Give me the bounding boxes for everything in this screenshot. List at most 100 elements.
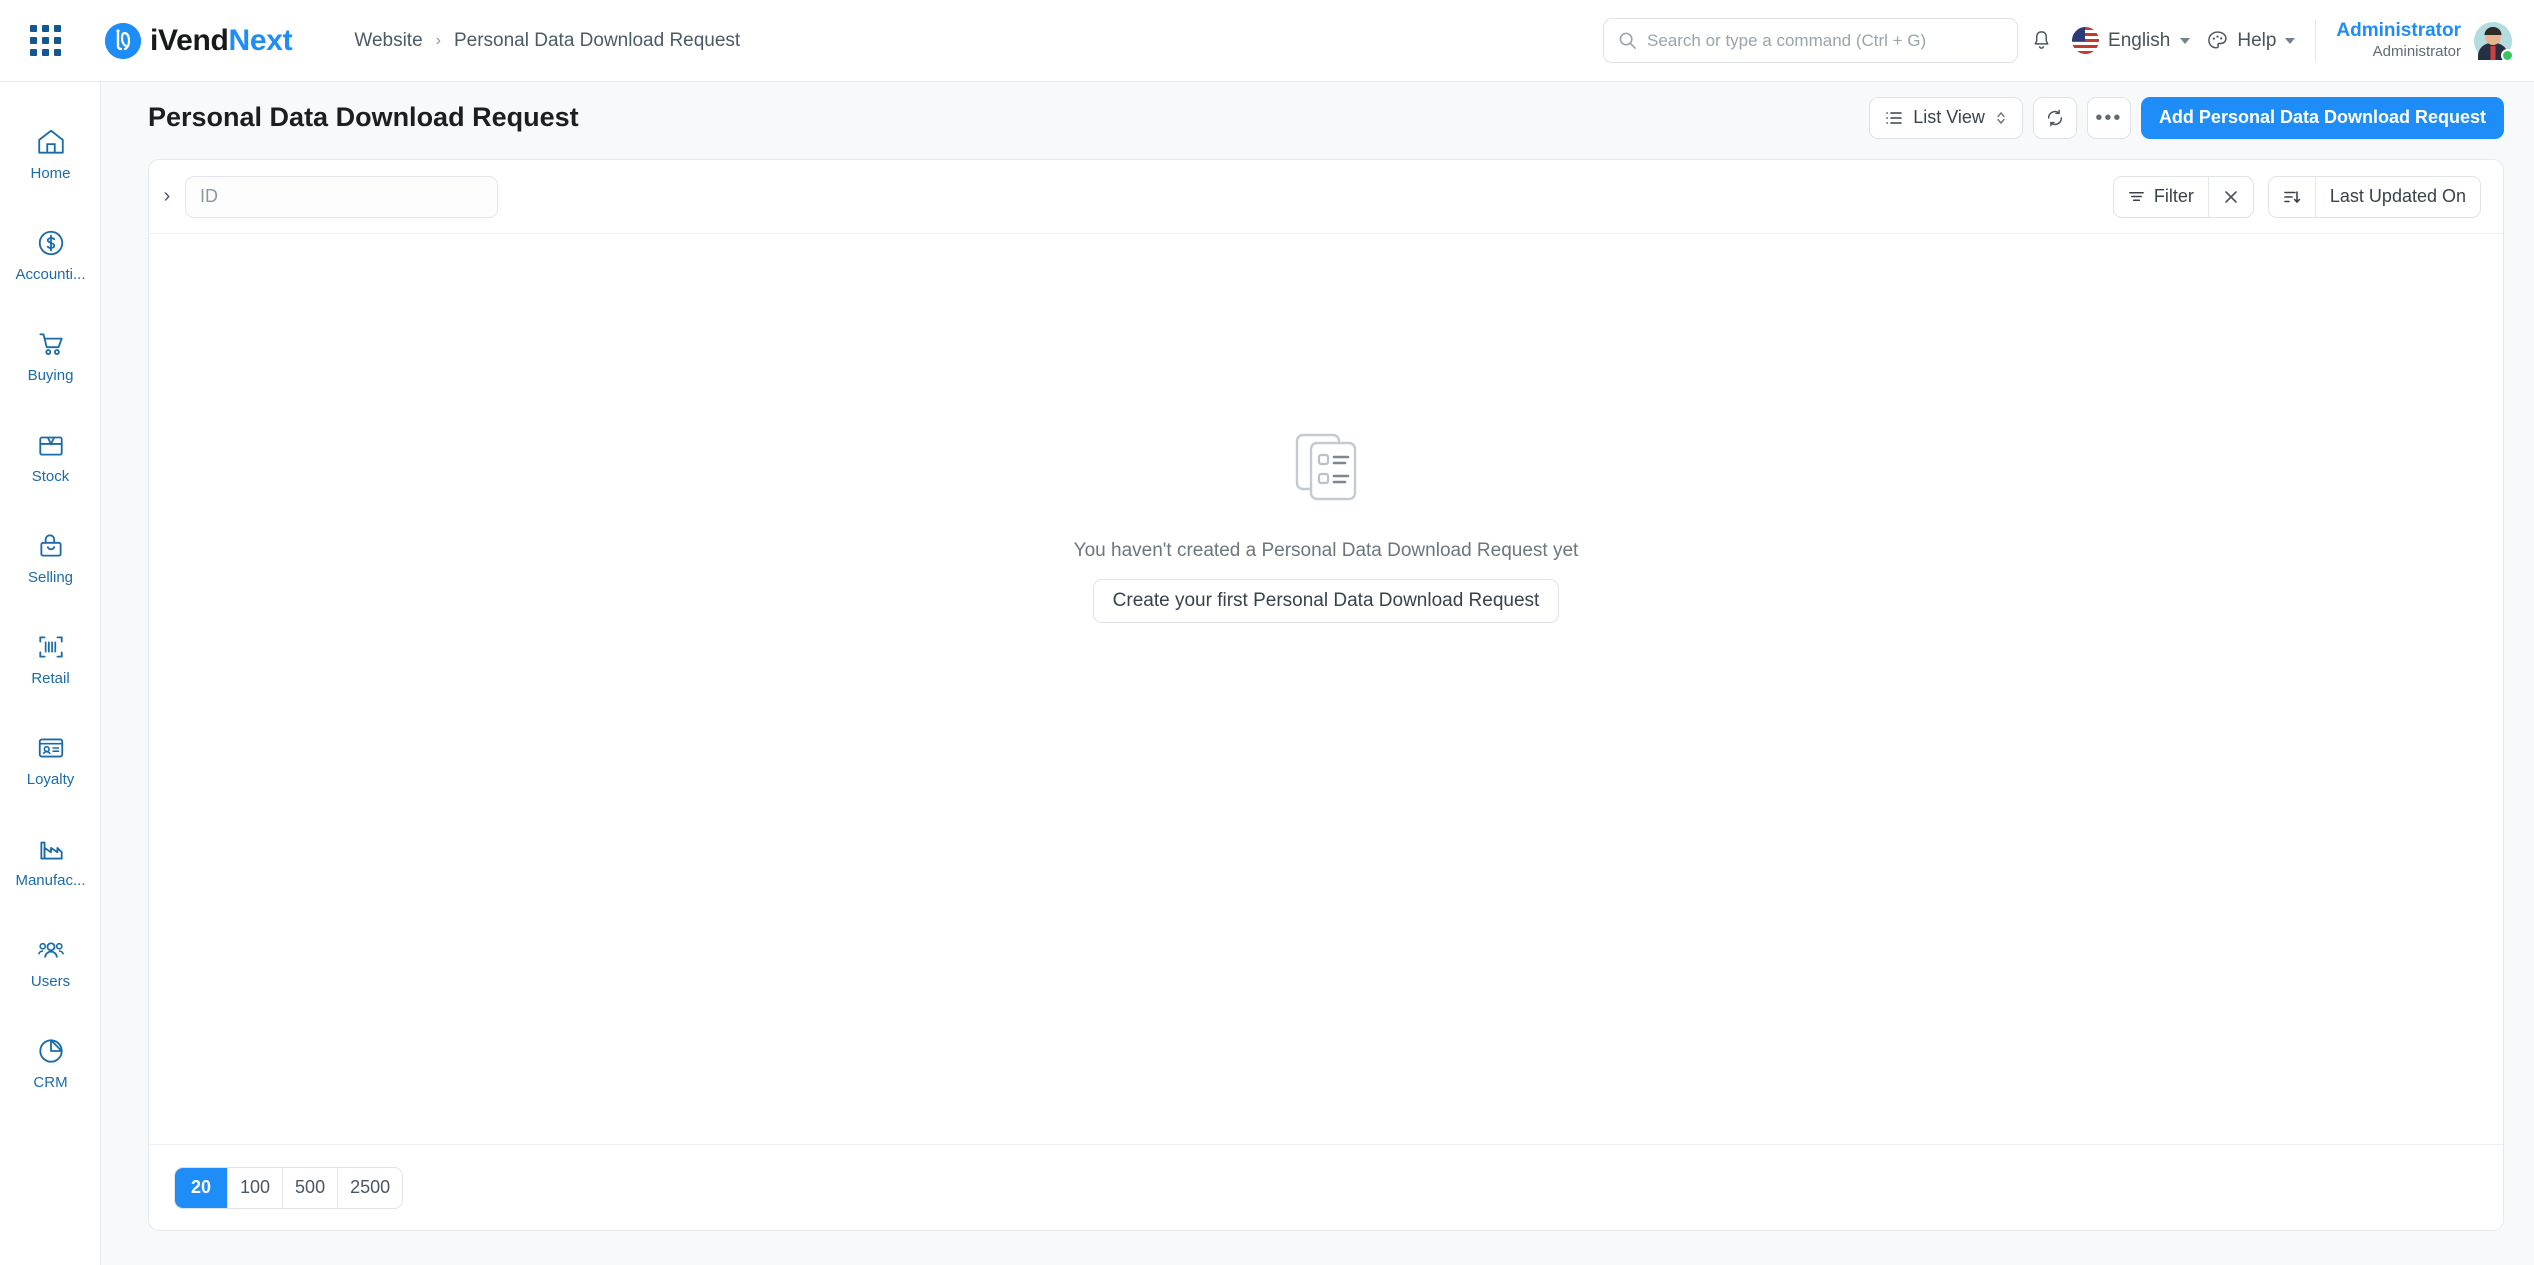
page-size-500[interactable]: 500 [282,1167,338,1208]
clear-filter-button[interactable] [2207,176,2253,217]
sidebar-item-label: Buying [27,367,74,384]
breadcrumb: Website › Personal Data Download Request [354,30,740,52]
updown-chevron-icon [1997,111,2005,124]
sidebar-item-label: Accounti... [15,266,86,283]
user-name: Administrator [2336,20,2461,42]
navbar-right-group: Search or type a command (Ctrl + G) Engl… [1603,18,2534,64]
page-container: Personal Data Download Request List View [101,82,2534,1265]
refresh-button[interactable] [2032,96,2077,139]
status-badge-online [2501,48,2514,62]
user-role: Administrator [2372,43,2461,60]
sidebar-item-buying[interactable]: Buying [0,306,100,407]
breadcrumb-current[interactable]: Personal Data Download Request [454,30,740,52]
sort-field-button[interactable]: Last Updated On [2314,176,2480,217]
empty-state-message: You haven't created a Personal Data Down… [1073,540,1579,561]
add-personal-data-download-request-button[interactable]: Add Personal Data Download Request [2140,96,2504,139]
language-label: English [2108,29,2171,51]
apps-grid-icon[interactable] [30,25,61,56]
page-size-100[interactable]: 100 [227,1167,283,1208]
avatar[interactable] [2474,21,2514,62]
bell-icon [2034,31,2048,49]
filter-group: Filter [2112,175,2254,218]
page-header-actions: List View ••• Add Personal Data Download… [1869,96,2504,139]
user-names: Administrator Administrator [2336,19,2461,62]
sidebar-item-users[interactable]: Users [0,912,100,1013]
list-view-button[interactable]: List View [1869,96,2023,139]
page-size-20[interactable]: 20 [175,1167,227,1208]
palette-icon [2208,31,2227,49]
sidebar-item-label: Manufac... [15,872,86,889]
shopping-bag-icon [39,534,62,557]
user-menu[interactable]: Administrator Administrator [2336,19,2514,62]
page-header: Personal Data Download Request List View [101,82,2534,153]
pie-chart-icon [38,1039,63,1063]
sidebar-item-label: Selling [27,569,74,586]
page-size-2500[interactable]: 2500 [337,1167,403,1208]
empty-documents-icon [1295,433,1357,501]
sidebar-item-accounting[interactable]: Accounti... [0,205,100,306]
id-card-icon [38,738,63,758]
sidebar: Home Accounti... Buying Stock Selling Re… [0,82,101,1265]
filter-icon [2129,191,2144,202]
sidebar-item-label: Users [30,973,71,990]
shopping-cart-icon [38,333,63,355]
search-icon [1619,32,1636,49]
home-icon [37,129,64,154]
create-first-record-button[interactable]: Create your first Personal Data Download… [1092,579,1560,623]
search-input[interactable]: Search or type a command (Ctrl + G) [1603,18,2019,63]
sidebar-item-retail[interactable]: Retail [0,609,100,710]
chevron-down-icon [2180,37,2191,44]
sidebar-item-crm[interactable]: CRM [0,1013,100,1114]
list-card: › ID Filter Last Updated On You haven't … [148,159,2504,1231]
navbar-left-group: iVendNext Website › Personal Data Downlo… [0,22,740,59]
breadcrumb-parent[interactable]: Website [354,30,422,52]
list-view-label: List View [1913,107,1985,127]
page-size-selector: 20 100 500 2500 [174,1166,404,1209]
dollar-coin-icon [38,230,63,256]
box-icon [38,436,63,456]
sidebar-item-label: Retail [31,670,70,687]
filter-label: Filter [2153,186,2194,206]
sidebar-item-label: CRM [33,1074,68,1091]
sidebar-item-stock[interactable]: Stock [0,407,100,508]
sort-group: Last Updated On [2267,175,2481,218]
list-icon [1886,111,1903,124]
more-options-button[interactable]: ••• [2086,96,2131,139]
sidebar-item-home[interactable]: Home [0,104,100,205]
help-label: Help [2237,29,2277,51]
barcode-icon [38,636,63,658]
people-icon [37,942,64,958]
page-title: Personal Data Download Request [148,102,579,132]
help-menu[interactable]: Help [2206,29,2296,52]
refresh-icon [2047,109,2063,126]
empty-state: You haven't created a Personal Data Down… [149,234,2503,1144]
sidebar-item-label: Loyalty [26,771,75,788]
notifications-button[interactable] [2018,18,2064,64]
filter-toolbar: › ID Filter Last Updated On [149,160,2503,234]
sidebar-item-label: Stock [31,468,70,485]
ellipsis-icon: ••• [2095,106,2123,129]
us-flag-icon [2072,27,2100,54]
top-navbar: iVendNext Website › Personal Data Downlo… [0,0,2534,82]
brand-text: iVendNext [150,23,293,58]
close-icon [2225,190,2237,203]
brand-logo[interactable]: iVendNext [105,22,293,59]
list-footer: 20 100 500 2500 [149,1144,2503,1230]
expand-sidebar-toggle[interactable]: › [149,160,185,234]
sidebar-item-manufacturing[interactable]: Manufac... [0,811,100,912]
sidebar-item-loyalty[interactable]: Loyalty [0,710,100,811]
sort-direction-button[interactable] [2269,177,2315,217]
ivendnext-logo-icon [105,22,141,59]
language-selector[interactable]: English [2072,27,2191,54]
brand-text-secondary: Next [228,23,293,57]
breadcrumb-separator-icon: › [435,31,441,49]
sidebar-item-label: Home [30,165,71,182]
chevron-down-icon [2285,37,2296,44]
sort-descending-icon [2284,190,2301,203]
sidebar-item-selling[interactable]: Selling [0,508,100,609]
search-placeholder: Search or type a command (Ctrl + G) [1647,30,1927,50]
factory-icon [39,841,63,860]
id-filter-input[interactable]: ID [185,175,498,218]
brand-text-primary: iVend [150,23,229,57]
filter-button[interactable]: Filter [2114,177,2208,217]
